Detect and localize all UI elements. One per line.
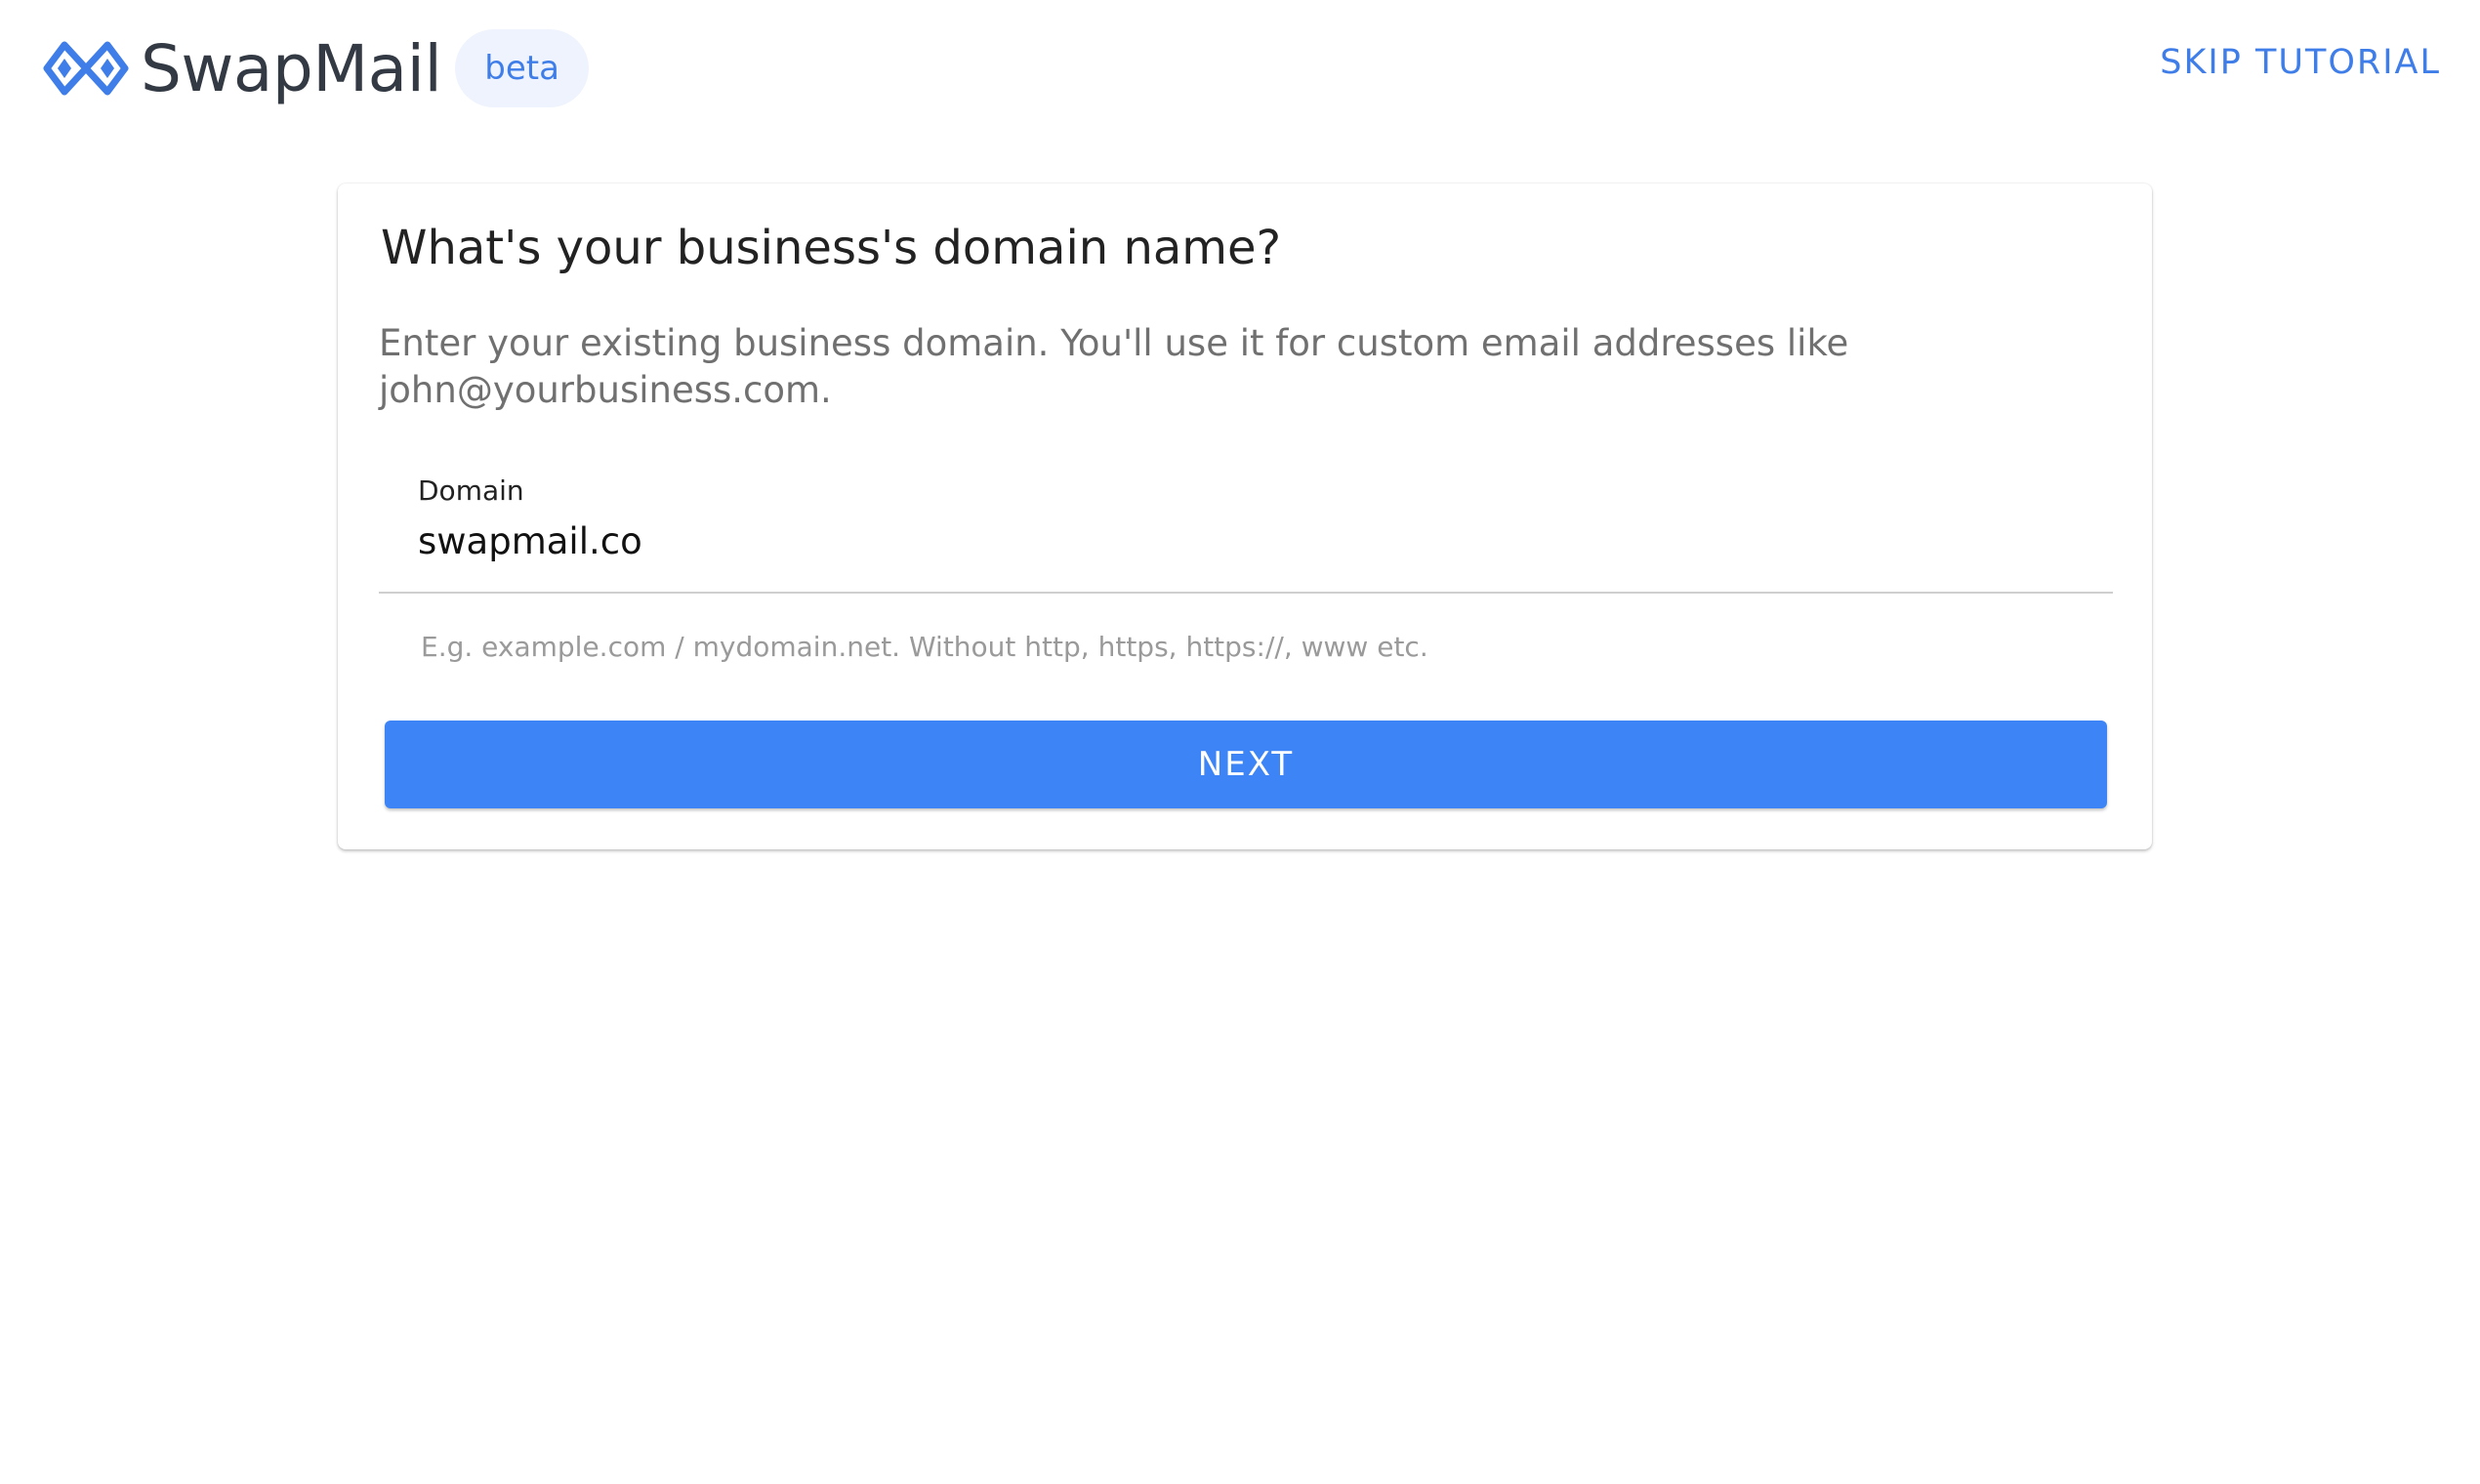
domain-card: What's your business's domain name? Ente… — [338, 184, 2152, 849]
domain-field: Domain — [379, 474, 2113, 594]
next-button[interactable]: NEXT — [385, 721, 2107, 808]
card-description: Enter your existing business domain. You… — [379, 322, 1849, 411]
beta-badge: beta — [455, 29, 589, 107]
brand-name: SwapMail — [141, 30, 442, 106]
domain-input[interactable] — [416, 512, 2076, 570]
domain-helper-text: E.g. example.com / mydomain.net. Without… — [421, 631, 1428, 663]
card-title: What's your business's domain name? — [381, 221, 1282, 275]
swapmail-logo-icon — [43, 41, 129, 96]
top-bar: SwapMail beta SKIP TUTORIAL — [0, 0, 2480, 137]
domain-field-label: Domain — [418, 474, 524, 507]
skip-tutorial-link[interactable]: SKIP TUTORIAL — [2160, 43, 2441, 82]
logo-link[interactable]: SwapMail beta — [43, 23, 589, 113]
